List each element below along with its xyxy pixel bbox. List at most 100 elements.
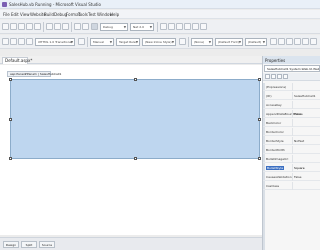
menu-view[interactable]: View <box>20 12 30 17</box>
underline-icon[interactable] <box>286 38 293 45</box>
property-name: BulletImageUrl <box>266 157 289 161</box>
font-name-select[interactable]: (Default Font) ▼ <box>215 38 243 46</box>
column-divider <box>292 128 293 136</box>
property-row[interactable]: AccessKey <box>263 101 320 109</box>
save-all-icon[interactable] <box>34 23 41 30</box>
open-file-icon[interactable] <box>18 23 25 30</box>
selected-panel-control[interactable] <box>10 79 260 159</box>
properties-window-icon[interactable] <box>176 23 183 30</box>
copy-icon[interactable] <box>54 23 61 30</box>
property-row[interactable]: BulletImageUrl <box>263 155 320 163</box>
resize-handle-bottom-left[interactable] <box>9 157 12 160</box>
tab-default-aspx[interactable]: Default.aspx* <box>2 57 32 64</box>
bold-icon[interactable] <box>270 38 277 45</box>
align-left-icon[interactable] <box>302 38 309 45</box>
doctype-select[interactable]: XHTML 1.0 Transitional ▼ <box>35 38 75 46</box>
property-name: CssClass <box>266 184 280 188</box>
property-row[interactable]: (Expressions) <box>263 83 320 91</box>
properties-window: Properties SalesHubCall1 System.Web.UI.W… <box>262 56 320 250</box>
resize-handle-top-left[interactable] <box>9 78 12 81</box>
property-row[interactable]: (ID) SalesHubCall1 <box>263 92 320 100</box>
check-page-icon[interactable] <box>78 38 85 45</box>
target-rule-select[interactable]: Target Rule ▼ <box>116 38 140 46</box>
property-name: (ID) <box>266 94 272 98</box>
tab-source[interactable]: Source <box>39 241 55 248</box>
view-switcher-bar: Design Split Source <box>0 237 262 250</box>
menu-tools[interactable]: Tools <box>78 12 88 17</box>
block-format-value: (None) <box>194 40 205 44</box>
start-page-icon[interactable] <box>200 23 207 30</box>
italic-icon[interactable] <box>278 38 285 45</box>
menu-file[interactable]: File <box>3 12 10 17</box>
property-row[interactable]: AppendDataBoundItems False <box>263 110 320 118</box>
property-value: False <box>294 112 302 116</box>
chevron-down-icon: ▼ <box>123 25 126 29</box>
property-name: BorderColor <box>266 130 284 134</box>
cut-icon[interactable] <box>46 23 53 30</box>
property-row[interactable]: CssClass <box>263 182 320 190</box>
menu-help[interactable]: Help <box>110 12 119 17</box>
block-format-select[interactable]: (None) ▼ <box>191 38 213 46</box>
property-row[interactable]: BorderStyle NotSet <box>263 137 320 145</box>
column-divider <box>292 137 293 145</box>
object-browser-icon[interactable] <box>192 23 199 30</box>
undo-icon[interactable] <box>74 23 81 30</box>
column-divider <box>292 92 293 100</box>
tab-split[interactable]: Split <box>21 241 37 248</box>
panel-tag-label: asp:Panel#Panel1 | SalesHubCall1 <box>7 71 61 77</box>
add-item-icon[interactable] <box>10 23 17 30</box>
properties-icon[interactable] <box>277 74 282 79</box>
property-value: Square <box>294 166 305 170</box>
property-row[interactable]: BorderColor <box>263 128 320 136</box>
indent-icon[interactable] <box>18 38 25 45</box>
property-row-selected[interactable]: BulletStyle Square <box>263 164 320 172</box>
foreground-color-icon[interactable] <box>294 38 301 45</box>
resize-handle-left[interactable] <box>9 118 12 121</box>
resize-handle-right[interactable] <box>258 118 261 121</box>
style-application-select[interactable]: Manual ▼ <box>90 38 114 46</box>
platform-select[interactable]: Net 2.0 ▼ <box>130 23 154 31</box>
solution-explorer-icon[interactable] <box>168 23 175 30</box>
property-name: CausesValidation <box>266 175 292 179</box>
resize-handle-bottom[interactable] <box>134 157 137 160</box>
column-divider <box>292 173 293 181</box>
save-icon[interactable] <box>26 23 33 30</box>
paste-icon[interactable] <box>62 23 69 30</box>
toolbar-separator <box>188 37 189 47</box>
find-icon[interactable] <box>160 23 167 30</box>
menu-build[interactable]: Build <box>44 12 54 17</box>
property-row[interactable]: BorderWidth <box>263 146 320 154</box>
chevron-down-icon: ▼ <box>238 40 241 44</box>
menu-test[interactable]: Test <box>88 12 96 17</box>
chevron-down-icon: ▼ <box>135 40 138 44</box>
property-row[interactable]: BackColor <box>263 119 320 127</box>
property-row[interactable]: CausesValidation False <box>263 173 320 181</box>
resize-handle-top[interactable] <box>134 78 137 81</box>
inline-style-value: (New Inline Style) <box>145 40 172 44</box>
toolbar-separator <box>87 37 88 47</box>
column-divider <box>292 155 293 163</box>
redo-icon[interactable] <box>82 23 89 30</box>
resize-handle-bottom-right[interactable] <box>258 157 261 160</box>
font-size-select[interactable]: (Default) ▼ <box>245 38 267 46</box>
start-debugging-icon[interactable] <box>91 23 98 30</box>
alphabetical-icon[interactable] <box>271 74 276 79</box>
new-project-icon[interactable] <box>2 23 9 30</box>
property-value: SalesHubCall1 <box>294 94 316 98</box>
design-view-icon[interactable] <box>10 38 17 45</box>
html-source-icon[interactable] <box>2 38 9 45</box>
object-selector[interactable]: SalesHubCall1 System.Web.UI.WebControls.… <box>264 65 320 72</box>
tab-design[interactable]: Design <box>3 241 19 248</box>
property-name: BackColor <box>266 121 282 125</box>
font-name-value: (Default Font) <box>218 40 239 44</box>
resize-handle-top-right[interactable] <box>258 78 261 81</box>
outdent-icon[interactable] <box>26 38 33 45</box>
categorized-icon[interactable] <box>265 74 270 79</box>
inline-style-select[interactable]: (New Inline Style) ▼ <box>142 38 176 46</box>
align-center-icon[interactable] <box>310 38 317 45</box>
menu-edit[interactable]: Edit <box>11 12 19 17</box>
style-builder-icon[interactable] <box>179 38 186 45</box>
toolbox-icon[interactable] <box>184 23 191 30</box>
events-icon[interactable] <box>283 74 288 79</box>
configuration-select[interactable]: Debug ▼ <box>100 23 128 31</box>
